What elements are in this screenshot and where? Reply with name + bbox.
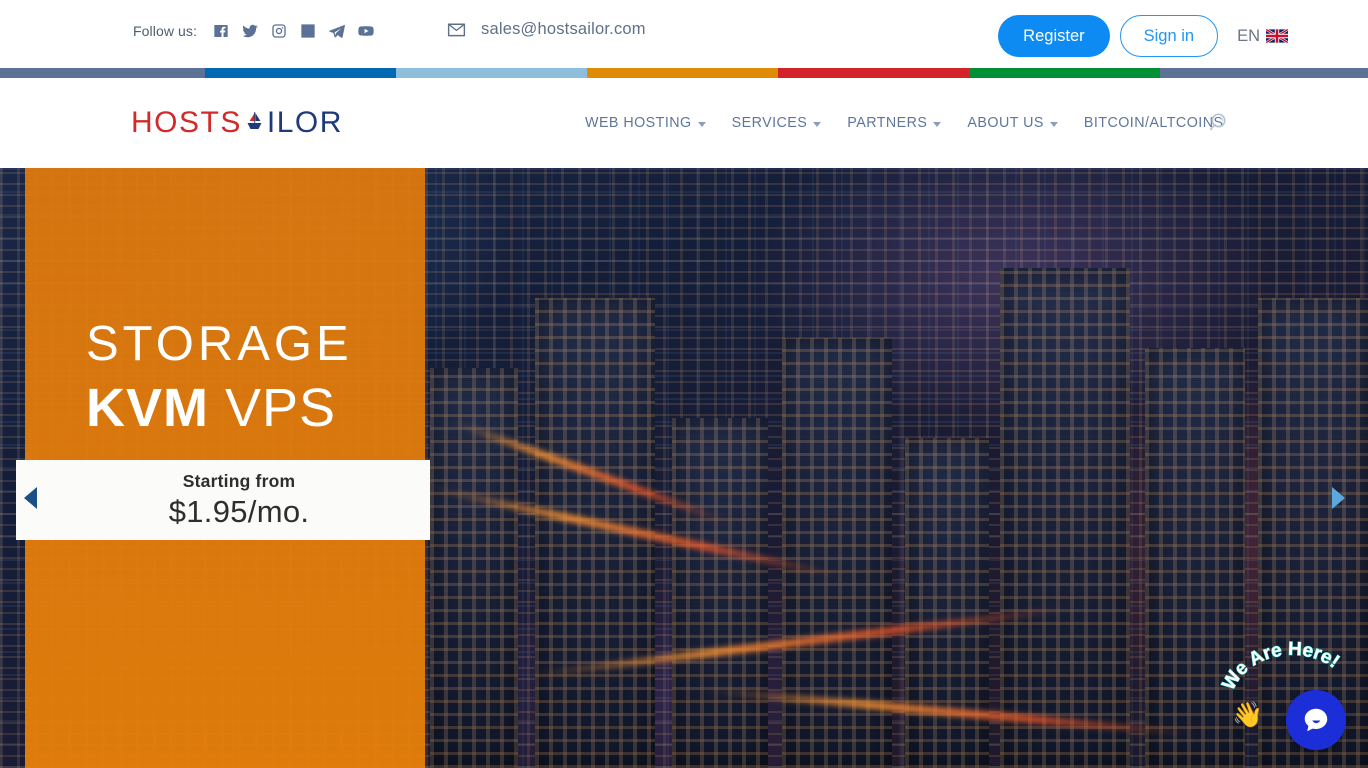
- logo-text-secondary: ILOR: [266, 106, 343, 139]
- chat-bubble-icon[interactable]: [1286, 690, 1346, 750]
- language-label: EN: [1237, 26, 1260, 45]
- svg-text:We Are Here!: We Are Here!: [1218, 639, 1343, 694]
- language-selector[interactable]: EN: [1237, 27, 1288, 46]
- uk-flag-icon: [1266, 29, 1288, 43]
- youtube-icon[interactable]: [358, 23, 374, 39]
- chat-cta-text: We Are Here!: [1218, 638, 1344, 698]
- nav-item-about-us[interactable]: ABOUT US: [967, 115, 1058, 131]
- email-address-text: sales@hostsailor.com: [481, 20, 646, 38]
- nav-item-label: ABOUT US: [967, 115, 1044, 131]
- envelope-icon: [446, 19, 467, 40]
- nav-item-partners[interactable]: PARTNERS: [847, 115, 942, 131]
- chevron-down-icon: [1049, 121, 1058, 127]
- price-amount: $1.95/mo.: [168, 493, 310, 529]
- linkedin-icon[interactable]: [300, 23, 316, 39]
- nav-item-label: PARTNERS: [847, 115, 928, 131]
- stripe-segment-6: [1160, 68, 1368, 78]
- chevron-down-icon: [933, 121, 942, 127]
- nav-item-label: WEB HOSTING: [585, 115, 692, 131]
- stripe-segment-4: [778, 68, 969, 78]
- nav-item-label: BITCOIN/ALTCOINS: [1083, 115, 1224, 131]
- hero-headline-line2: KVM VPS: [86, 381, 353, 435]
- stripe-segment-5: [969, 68, 1160, 78]
- register-button[interactable]: Register: [998, 15, 1110, 57]
- site-logo[interactable]: HOSTS ILOR: [131, 106, 343, 140]
- top-bar: Follow us: sales@hostsailor.com Register…: [0, 0, 1368, 68]
- stripe-segment-1: [205, 68, 396, 78]
- twitter-icon[interactable]: [242, 23, 258, 39]
- primary-navigation: WEB HOSTING SERVICES PARTNERS ABOUT US BITCO…: [585, 115, 1223, 131]
- social-links: [213, 23, 374, 39]
- instagram-icon[interactable]: [271, 23, 287, 39]
- search-icon[interactable]: [1206, 109, 1234, 137]
- hero-headline-line1: STORAGE: [86, 317, 353, 371]
- sailboat-icon: [242, 109, 267, 139]
- telegram-icon[interactable]: [329, 23, 345, 39]
- stripe-segment-0: [0, 68, 205, 78]
- hero-headline: STORAGE KVM VPS: [86, 317, 353, 436]
- stripe-segment-2: [396, 68, 587, 78]
- stripe-segment-3: [587, 68, 778, 78]
- color-stripe-bar: [0, 68, 1368, 78]
- nav-item-web-hosting[interactable]: WEB HOSTING: [585, 115, 706, 131]
- chat-widget: We Are Here! 👋: [1218, 638, 1346, 750]
- nav-item-bitcoin-altcoins[interactable]: BITCOIN/ALTCOINS: [1084, 115, 1224, 131]
- chevron-right-icon[interactable]: [1332, 487, 1345, 509]
- main-header: HOSTS ILOR WEB HOSTING SERVICES PARTNERS AB…: [0, 78, 1368, 168]
- price-label: Starting from: [182, 470, 296, 491]
- waving-hand-icon: 👋: [1232, 701, 1264, 729]
- chevron-down-icon: [697, 121, 706, 127]
- hero-headline-light: VPS: [225, 378, 337, 438]
- contact-email[interactable]: sales@hostsailor.com: [446, 19, 646, 40]
- hero-headline-bold: KVM: [86, 378, 209, 438]
- hero-slider: STORAGE KVM VPS Starting from $1.95/mo. …: [0, 168, 1368, 768]
- nav-item-services[interactable]: SERVICES: [732, 115, 822, 131]
- auth-actions: Register Sign in EN: [998, 15, 1288, 57]
- nav-item-label: SERVICES: [731, 115, 808, 131]
- hero-price-box: Starting from $1.95/mo.: [16, 460, 430, 540]
- signin-button[interactable]: Sign in: [1119, 15, 1219, 57]
- chevron-left-icon[interactable]: [24, 487, 37, 509]
- follow-us-label: Follow us:: [133, 23, 198, 39]
- chevron-down-icon: [813, 121, 822, 127]
- facebook-icon[interactable]: [213, 23, 229, 39]
- logo-text-primary: HOSTS: [131, 106, 242, 139]
- follow-us-group: Follow us:: [133, 23, 374, 39]
